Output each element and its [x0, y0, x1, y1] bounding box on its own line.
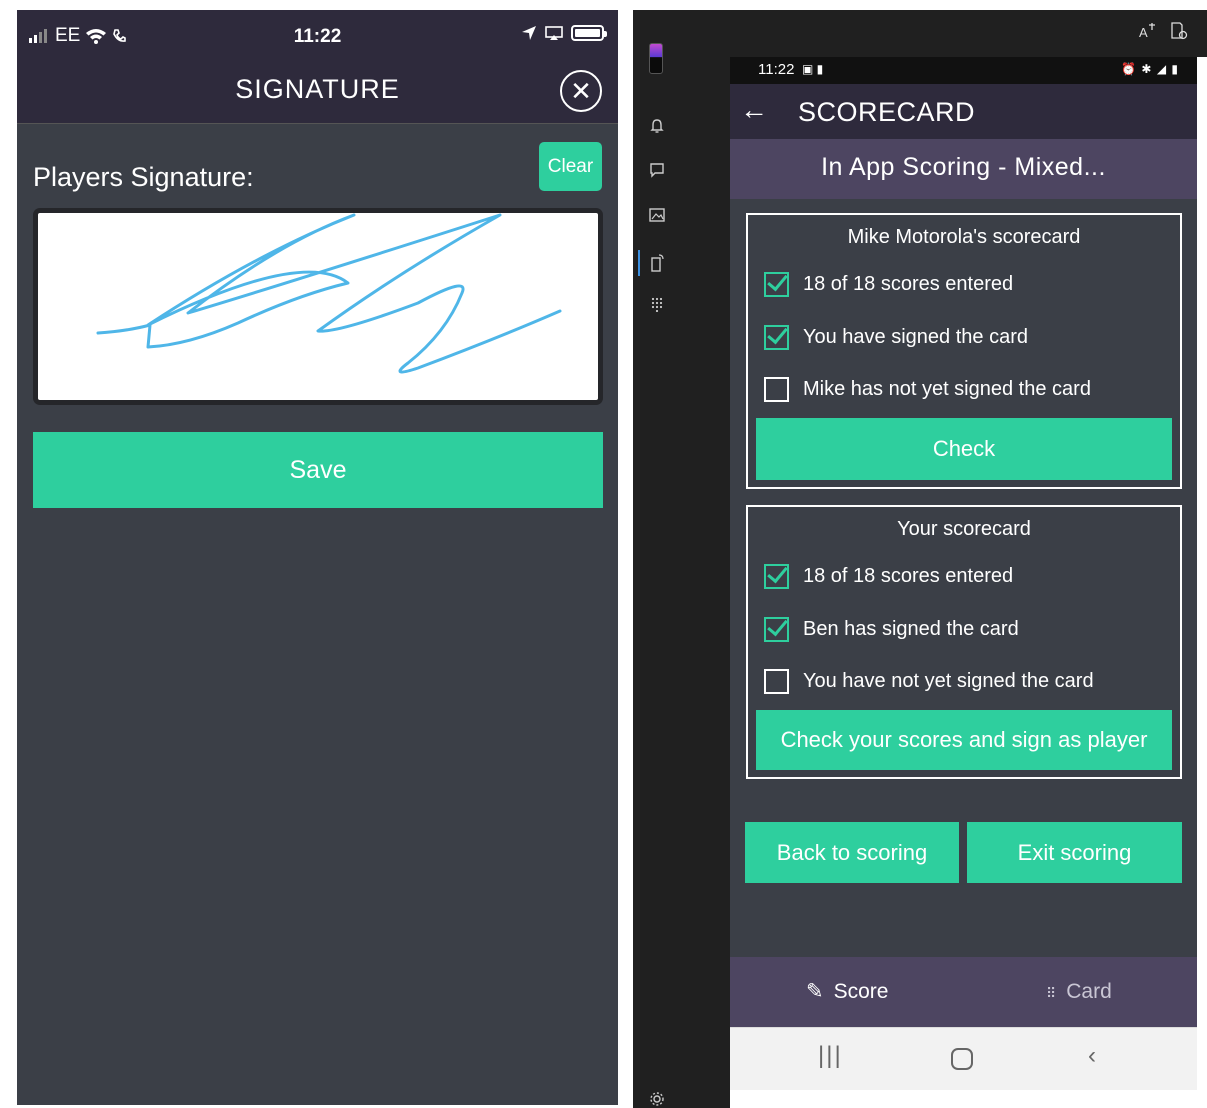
signature-stroke: [96, 213, 562, 374]
image-icon[interactable]: [633, 208, 680, 226]
checkbox-checked-icon: [764, 272, 789, 297]
notification-icons: ▣ ▮: [802, 62, 824, 76]
scorecard-title: Mike Motorola's scorecard: [847, 226, 1081, 248]
checklist-item: Mike has not yet signed the card: [764, 377, 1091, 402]
emulator-topbar: A: [730, 10, 1207, 57]
check-button[interactable]: Check: [756, 418, 1172, 480]
page-title: SIGNATURE: [235, 74, 400, 104]
back-to-scoring-button[interactable]: Back to scoring: [745, 822, 959, 883]
ios-status-right: [521, 25, 607, 41]
home-icon[interactable]: [951, 1048, 973, 1070]
checklist-item: 18 of 18 scores entered: [764, 272, 1013, 297]
signature-label: Players Signature:: [33, 162, 254, 192]
tab-label: Score: [833, 980, 889, 1003]
checkbox-checked-icon: [764, 564, 789, 589]
checklist-text: Mike has not yet signed the card: [803, 378, 1091, 400]
checklist-text: 18 of 18 scores entered: [803, 273, 1014, 295]
checklist-text: You have not yet signed the card: [803, 670, 1094, 692]
battery-icon: [571, 25, 607, 41]
arrow-left-icon[interactable]: ←: [740, 94, 768, 126]
emulator-gutter: [680, 10, 730, 1108]
airplay-icon: [545, 25, 563, 40]
checklist-item: You have not yet signed the card: [764, 669, 1094, 694]
checklist-text: 18 of 18 scores entered: [803, 565, 1014, 587]
sign-as-player-button[interactable]: Check your scores and sign as player: [756, 710, 1172, 770]
android-time: 11:22: [758, 61, 795, 78]
settings-gear-icon[interactable]: [633, 1091, 680, 1108]
phone-rotate-icon[interactable]: [633, 254, 680, 276]
checkbox-checked-icon: [764, 325, 789, 350]
screen-record-icon[interactable]: [1170, 22, 1188, 40]
signature-pad[interactable]: [33, 208, 603, 405]
device-thumbnail-icon[interactable]: [649, 43, 663, 74]
signature-screen: EE 11:22 SIGNATURE ✕ Players Signature: …: [17, 10, 618, 1105]
signature-canvas[interactable]: [38, 213, 598, 400]
checkbox-unchecked-icon: [764, 377, 789, 402]
tab-label: Card: [1066, 980, 1112, 1003]
emulator-toolbar: [633, 10, 680, 1108]
location-icon: [522, 26, 536, 40]
android-status-bar: 11:22 ▣ ▮ ⏰ ✱ ◢ ▮: [730, 57, 1197, 84]
bell-icon[interactable]: [633, 118, 680, 138]
your-scorecard-panel: Your scorecard 18 of 18 scores entered B…: [746, 505, 1182, 779]
scorecard-title: Your scorecard: [897, 518, 1031, 540]
close-icon[interactable]: ✕: [560, 70, 602, 112]
scorecard-screen: ← SCORECARD In App Scoring - Mixed... Mi…: [730, 84, 1197, 1027]
opponent-scorecard-panel: Mike Motorola's scorecard 18 of 18 score…: [746, 213, 1182, 489]
scorecard-header: ← SCORECARD: [730, 84, 1197, 139]
ios-status-bar: EE 11:22: [17, 10, 618, 58]
checklist-item: Ben has signed the card: [764, 617, 1019, 642]
grid-icon: ⠿: [1046, 985, 1057, 1001]
accessibility-icon[interactable]: A: [1138, 22, 1156, 40]
checkbox-checked-icon: [764, 617, 789, 642]
save-button[interactable]: Save: [33, 432, 603, 508]
exit-scoring-button[interactable]: Exit scoring: [967, 822, 1182, 883]
svg-text:A: A: [1139, 25, 1148, 40]
tab-score[interactable]: ✎ Score: [806, 957, 888, 1027]
page-title: SCORECARD: [798, 97, 976, 127]
recents-icon[interactable]: |||: [818, 1042, 843, 1070]
checklist-item: 18 of 18 scores entered: [764, 564, 1013, 589]
system-icons: ⏰ ✱ ◢ ▮: [1121, 62, 1179, 76]
message-icon[interactable]: [633, 162, 680, 182]
checkbox-unchecked-icon: [764, 669, 789, 694]
tab-card[interactable]: ⠿ Card: [1046, 957, 1112, 1027]
clear-button[interactable]: Clear: [539, 142, 602, 191]
checklist-item: You have signed the card: [764, 325, 1028, 350]
android-nav-bar: ||| ‹: [730, 1027, 1197, 1090]
checklist-text: Ben has signed the card: [803, 618, 1019, 640]
signature-header: SIGNATURE ✕: [17, 58, 618, 124]
competition-subtitle: In App Scoring - Mixed...: [730, 139, 1197, 199]
pencil-icon: ✎: [806, 980, 824, 1003]
bottom-tab-bar: ✎ Score ⠿ Card: [730, 957, 1197, 1027]
dialpad-icon[interactable]: [633, 296, 680, 316]
checklist-text: You have signed the card: [803, 326, 1028, 348]
back-chevron-icon[interactable]: ‹: [1088, 1042, 1096, 1070]
